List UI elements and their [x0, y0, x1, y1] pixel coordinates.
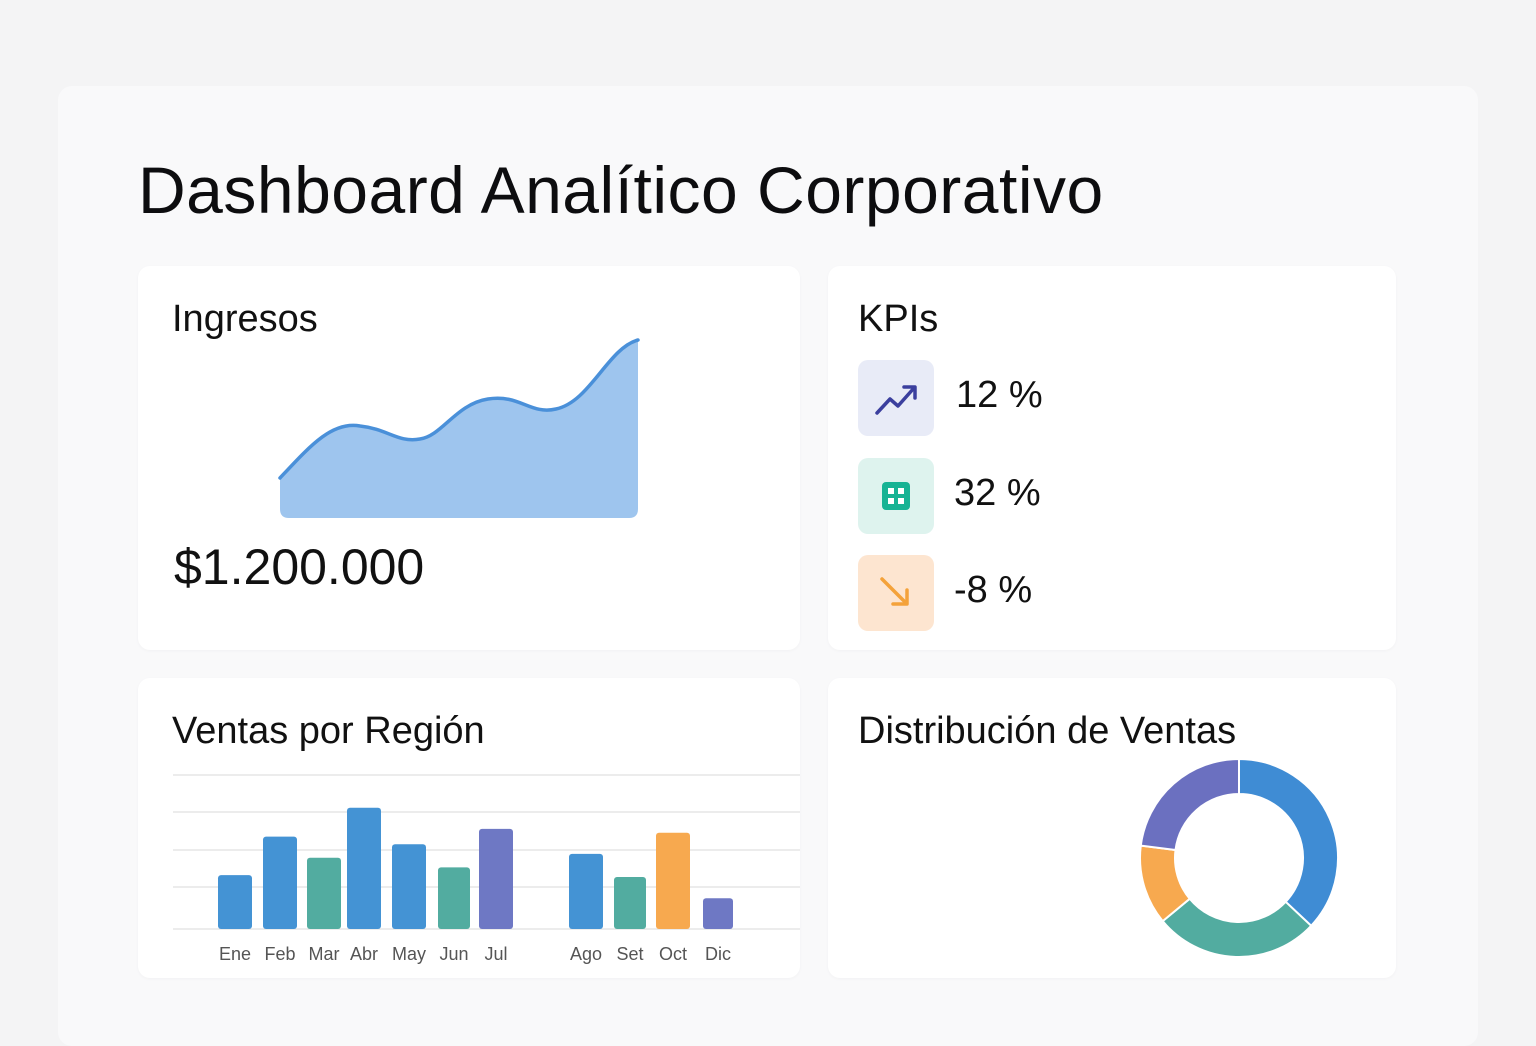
kpi-item: 32 % [858, 458, 1118, 534]
dashboard-container: Dashboard Analítico Corporativo Ingresos… [58, 86, 1478, 1046]
arrow-down-right-icon [858, 555, 934, 631]
sales-distribution-card: Distribución de Ventas [828, 678, 1396, 978]
month-label: Abr [350, 944, 378, 964]
bar-jul [479, 828, 513, 929]
kpi-value: -8 % [954, 569, 1033, 611]
month-label: Feb [264, 944, 295, 964]
kpi-item: 12 % [858, 360, 1118, 436]
bar-ago [569, 853, 603, 929]
sales-bar-chart: Ene Feb Mar Abr May Jun Jul Ago Set Oct Dic [173, 774, 800, 964]
kpi-item: -8 % [858, 555, 1118, 631]
bar-may [392, 844, 426, 929]
donut-slice [1238, 757, 1339, 928]
month-label: Jun [439, 944, 468, 964]
month-label: Jul [484, 944, 507, 964]
bar-feb [263, 836, 297, 929]
month-label: Mar [309, 944, 340, 964]
month-label: Ene [219, 944, 251, 964]
month-label: Ago [570, 944, 602, 964]
donut-slice [1161, 897, 1313, 958]
trending-up-icon [858, 360, 934, 436]
bar-ene [218, 875, 252, 929]
revenue-card: Ingresos $1.200.000 [138, 266, 800, 650]
sales-region-card: Ventas por Región Ene Feb Mar Abr May Jun Jul A… [138, 678, 800, 978]
bar-set [614, 877, 646, 929]
month-label: Oct [659, 944, 687, 964]
page-title: Dashboard Analítico Corporativo [138, 153, 1104, 227]
kpi-value: 12 % [956, 374, 1043, 416]
bar-abr [347, 807, 381, 929]
bar-oct [656, 832, 690, 929]
revenue-value: $1.200.000 [174, 539, 425, 595]
grid-icon [858, 458, 934, 534]
kpi-card: KPIs 12 % 32 % -8 % [828, 266, 1396, 650]
bar-mar [307, 857, 341, 929]
donut-slice [1139, 757, 1240, 852]
bar-dic [703, 898, 733, 929]
kpi-title: KPIs [858, 298, 939, 340]
month-label: May [392, 944, 426, 964]
month-label: Dic [705, 944, 731, 964]
kpi-value: 32 % [954, 472, 1041, 514]
month-label: Set [616, 944, 643, 964]
sales-donut-chart [1139, 757, 1339, 958]
bar-jun [438, 867, 470, 929]
